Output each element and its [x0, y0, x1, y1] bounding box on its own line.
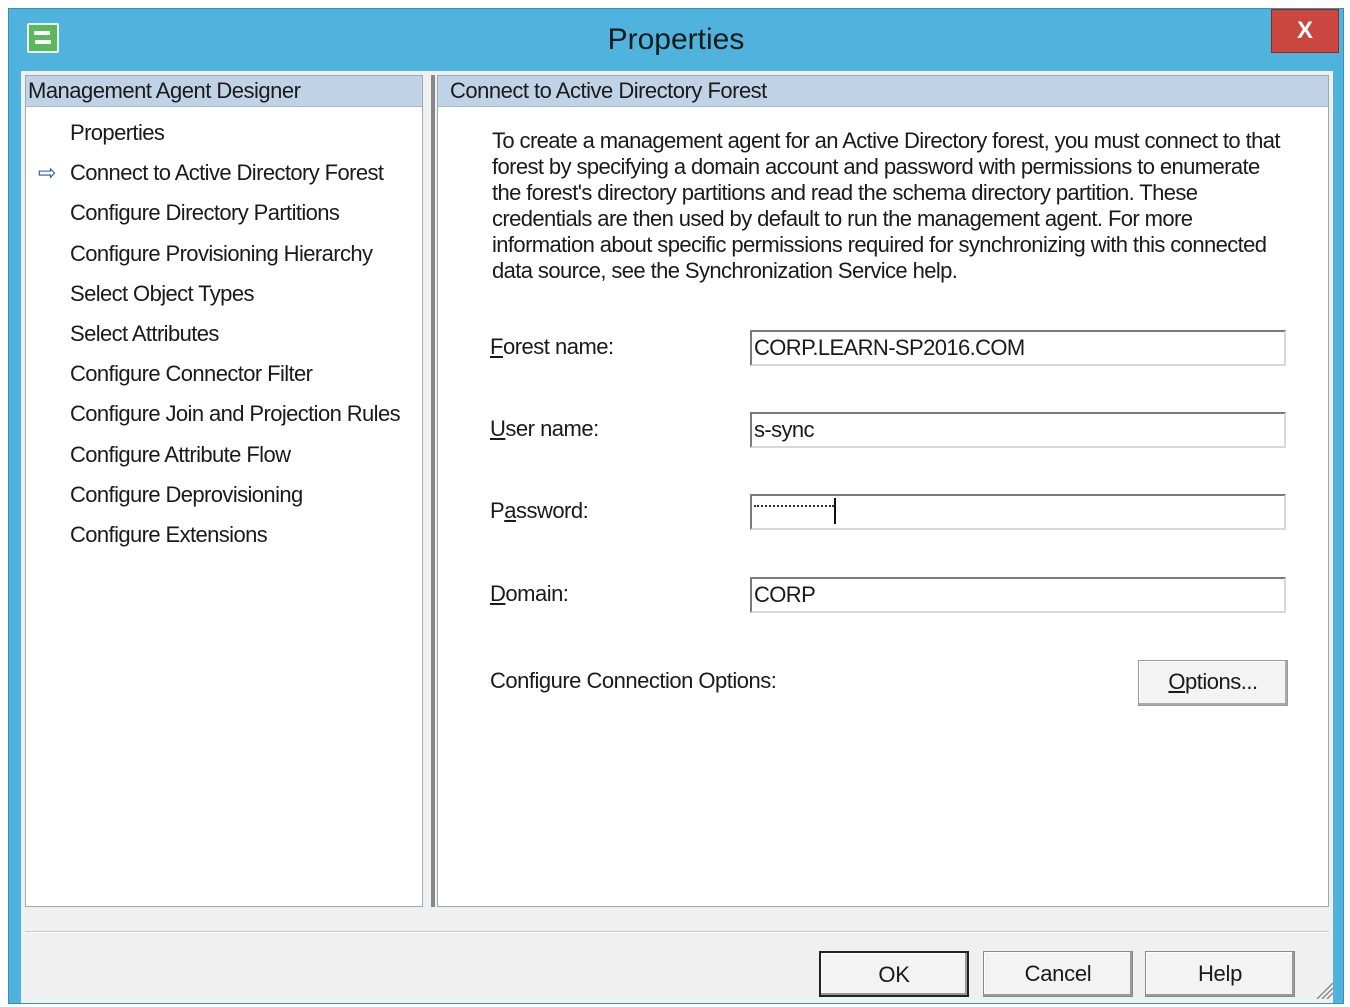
nav-item-directory-partitions[interactable]: Configure Directory Partitions — [26, 193, 422, 233]
label-text: ssword: — [515, 498, 589, 523]
content-pane-header: Connect to Active Directory Forest — [438, 76, 1328, 107]
nav-item-label: Connect to Active Directory Forest — [70, 160, 384, 186]
nav-item-label: Configure Join and Projection Rules — [70, 401, 401, 427]
designer-step-list: Properties ⇨ Connect to Active Directory … — [26, 113, 422, 555]
nav-item-label: Configure Connector Filter — [70, 361, 313, 387]
current-step-arrow-icon: ⇨ — [38, 160, 56, 186]
nav-item-label: Configure Attribute Flow — [70, 441, 291, 467]
nav-item-label: Configure Deprovisioning — [70, 481, 303, 507]
properties-window: Properties X Management Agent Designer P… — [8, 8, 1344, 1004]
dialog-client-area: Management Agent Designer Properties ⇨ Co… — [21, 71, 1333, 1003]
password-label: Password: — [490, 498, 589, 524]
text-caret — [834, 498, 836, 524]
nav-pane-header: Management Agent Designer — [26, 76, 422, 107]
title-bar[interactable]: Properties X — [9, 9, 1343, 71]
cancel-button[interactable]: Cancel — [983, 951, 1133, 997]
instructions-text: To create a management agent for an Acti… — [492, 128, 1280, 283]
nav-item-attribute-flow[interactable]: Configure Attribute Flow — [26, 435, 422, 475]
close-button[interactable]: X — [1271, 9, 1339, 53]
nav-item-deprovisioning[interactable]: Configure Deprovisioning — [26, 475, 422, 515]
nav-item-label: Select Attributes — [70, 320, 219, 346]
nav-item-extensions[interactable]: Configure Extensions — [26, 515, 422, 555]
connection-options-label: Configure Connection Options: — [490, 668, 777, 693]
domain-input[interactable]: CORP — [750, 577, 1286, 613]
label-text: orest name: — [502, 334, 614, 359]
window-title: Properties — [607, 23, 745, 56]
user-name-label: User name: — [490, 416, 599, 442]
nav-item-label: Configure Extensions — [70, 521, 268, 547]
designer-nav-pane: Management Agent Designer Properties ⇨ Co… — [25, 75, 423, 907]
label-text: omain: — [505, 581, 569, 606]
options-button[interactable]: Options... — [1138, 660, 1288, 706]
nav-item-label: Properties — [70, 120, 165, 145]
pane-splitter[interactable] — [431, 75, 435, 907]
nav-item-label: Configure Directory Partitions — [70, 200, 340, 226]
nav-item-attributes[interactable]: Select Attributes — [26, 314, 422, 354]
access-key: U — [490, 416, 506, 441]
footer-separator-highlight — [25, 932, 1329, 933]
label-text: P — [490, 498, 505, 523]
forest-name-input[interactable]: CORP.LEARN-SP2016.COM — [750, 330, 1286, 366]
label-text: ser name: — [505, 416, 599, 441]
masked-password — [754, 505, 834, 509]
access-key: O — [1168, 669, 1186, 694]
nav-item-connect-ad-forest[interactable]: ⇨ Connect to Active Directory Forest — [26, 153, 422, 193]
nav-item-join-projection-rules[interactable]: Configure Join and Projection Rules — [26, 394, 422, 434]
access-key: F — [490, 334, 503, 359]
nav-item-object-types[interactable]: Select Object Types — [26, 274, 422, 314]
nav-item-provisioning-hierarchy[interactable]: Configure Provisioning Hierarchy — [26, 234, 422, 274]
user-name-input[interactable]: s-sync — [750, 412, 1286, 448]
access-key: a — [504, 498, 516, 523]
nav-item-connector-filter[interactable]: Configure Connector Filter — [26, 354, 422, 394]
domain-label: Domain: — [490, 581, 569, 607]
forest-name-label: Forest name: — [490, 334, 614, 360]
nav-item-label: Configure Provisioning Hierarchy — [70, 240, 373, 266]
access-key: D — [490, 581, 506, 606]
ok-button[interactable]: OK — [819, 951, 969, 997]
password-input[interactable] — [750, 494, 1286, 530]
button-label: ptions... — [1185, 669, 1258, 694]
resize-grip-icon[interactable] — [1315, 977, 1333, 999]
content-pane: Connect to Active Directory Forest To cr… — [437, 75, 1329, 907]
help-button[interactable]: Help — [1145, 951, 1295, 997]
nav-item-properties[interactable]: Properties — [26, 113, 422, 153]
nav-item-label: Select Object Types — [70, 280, 254, 306]
